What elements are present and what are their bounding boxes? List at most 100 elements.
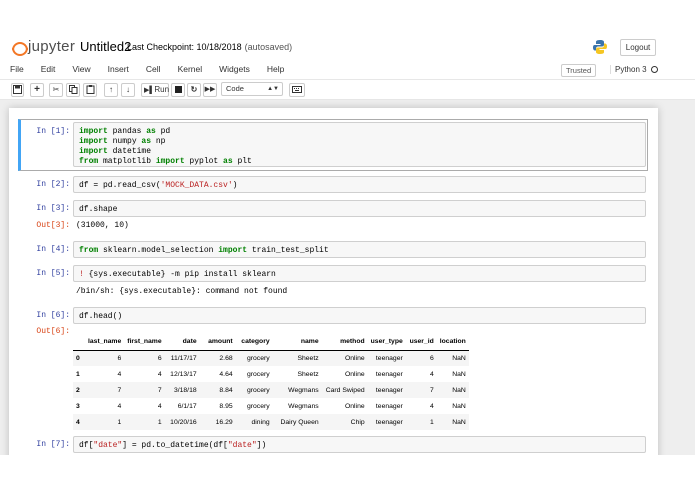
move-up-button[interactable]: ↑ bbox=[104, 83, 118, 97]
column-header: first_name bbox=[124, 334, 165, 351]
table-cell: teenager bbox=[375, 418, 403, 426]
cut-button[interactable]: ✂ bbox=[49, 83, 63, 97]
fast-forward-icon: ▶▶ bbox=[204, 86, 216, 93]
table-cell: 8.95 bbox=[219, 402, 233, 410]
code-token: import bbox=[79, 137, 108, 146]
stop-icon bbox=[174, 86, 182, 93]
checkpoint-text: Last Checkpoint: 10/18/2018 bbox=[127, 42, 242, 52]
menu-help[interactable]: Help bbox=[267, 64, 284, 74]
trusted-indicator[interactable]: Trusted bbox=[561, 64, 597, 77]
insert-cell-button[interactable]: + bbox=[30, 83, 44, 97]
code-token: df[ bbox=[79, 441, 94, 450]
logo-text: jupyter bbox=[28, 38, 76, 55]
row-index: 4 bbox=[76, 418, 80, 426]
row-index: 1 bbox=[76, 370, 80, 378]
table-cell: 4 bbox=[117, 370, 122, 378]
table-cell: Sheetz bbox=[297, 370, 319, 378]
code-token: from bbox=[79, 157, 99, 166]
keyboard-icon bbox=[292, 86, 302, 93]
cell-6-out-prompt: Out[6]: bbox=[36, 327, 70, 336]
code-token: numpy bbox=[107, 137, 142, 146]
code-token: matplotlib bbox=[98, 157, 156, 166]
table-cell: teenager bbox=[375, 354, 403, 362]
cell-7-prompt: In [7]: bbox=[36, 440, 70, 449]
cell-3-input[interactable]: df.shape bbox=[73, 200, 646, 217]
arrow-up-icon: ↑ bbox=[109, 85, 113, 94]
code-token: datetime bbox=[107, 147, 152, 156]
menu-cell[interactable]: Cell bbox=[146, 64, 161, 74]
menu-view[interactable]: View bbox=[72, 64, 90, 74]
cell-1-input[interactable]: import pandas as pd import numpy as np i… bbox=[73, 122, 646, 167]
jupyter-logo[interactable]: jupyter bbox=[12, 38, 76, 56]
table-cell: 1 bbox=[157, 418, 162, 426]
menu-file[interactable]: File bbox=[10, 64, 24, 74]
cell-7-input[interactable]: df["date"] = pd.to_datetime(df["date"]) bbox=[73, 436, 646, 453]
table-cell: NaN bbox=[452, 418, 466, 426]
paste-button[interactable] bbox=[83, 83, 97, 97]
cell-4-input[interactable]: from sklearn.model_selection import trai… bbox=[73, 241, 646, 258]
save-button[interactable] bbox=[11, 83, 24, 97]
interrupt-button[interactable] bbox=[171, 83, 185, 97]
table-cell: 7 bbox=[117, 386, 122, 394]
code-token: df = pd.read_csv( bbox=[79, 181, 161, 190]
table-cell: 8.84 bbox=[219, 386, 233, 394]
column-header: date bbox=[164, 334, 200, 351]
table-cell: NaN bbox=[452, 402, 466, 410]
copy-icon bbox=[68, 85, 77, 94]
menu-insert[interactable]: Insert bbox=[108, 64, 129, 74]
row-index: 3 bbox=[76, 402, 80, 410]
table-cell: 7 bbox=[429, 386, 434, 394]
table-cell: grocery bbox=[246, 386, 270, 394]
table-cell: teenager bbox=[375, 402, 403, 410]
table-cell: 6 bbox=[429, 354, 434, 362]
table-cell: 6/1/17 bbox=[177, 402, 197, 410]
move-down-button[interactable]: ↓ bbox=[121, 83, 135, 97]
column-header: last_name bbox=[85, 334, 125, 351]
checkpoint-status: Last Checkpoint: 10/18/2018 (autosaved) bbox=[127, 42, 292, 52]
cell-6-input[interactable]: df.head() bbox=[73, 307, 646, 324]
code-token: ) bbox=[232, 181, 238, 190]
table-header-row: last_name first_name date amount categor… bbox=[73, 334, 469, 351]
code-token: np bbox=[151, 137, 166, 146]
table-cell: Dairy Queen bbox=[280, 418, 319, 426]
plus-icon: + bbox=[34, 84, 40, 95]
logout-button[interactable]: Logout bbox=[620, 39, 656, 56]
menu-kernel[interactable]: Kernel bbox=[178, 64, 203, 74]
arrow-down-icon: ↓ bbox=[126, 85, 130, 94]
code-token: import bbox=[79, 127, 108, 136]
column-header: user_type bbox=[367, 334, 406, 351]
column-header: name bbox=[272, 334, 322, 351]
copy-button[interactable] bbox=[66, 83, 80, 97]
column-header: amount bbox=[199, 334, 236, 351]
table-cell: grocery bbox=[246, 370, 270, 378]
notebook-name[interactable]: Untitled2 bbox=[80, 39, 131, 54]
code-token: import bbox=[79, 147, 108, 156]
table-cell: 1 bbox=[429, 418, 434, 426]
column-header: method bbox=[321, 334, 368, 351]
table-cell: teenager bbox=[375, 386, 403, 394]
table-cell: Chip bbox=[350, 418, 365, 426]
jupyter-logo-icon bbox=[12, 39, 28, 56]
cell-5-input[interactable]: ! {sys.executable} -m pip install sklear… bbox=[73, 265, 646, 282]
table-cell: Online bbox=[344, 370, 365, 378]
page-bottom-blank bbox=[0, 455, 695, 494]
table-cell: NaN bbox=[452, 370, 466, 378]
code-token: pd bbox=[155, 127, 171, 136]
command-palette-button[interactable] bbox=[289, 83, 305, 97]
menu-edit[interactable]: Edit bbox=[41, 64, 56, 74]
restart-icon: ↻ bbox=[190, 85, 198, 94]
restart-button[interactable]: ↻ bbox=[187, 83, 201, 97]
menu-widgets[interactable]: Widgets bbox=[219, 64, 250, 74]
run-button[interactable]: ▶▌Run bbox=[141, 83, 169, 97]
code-token: pandas bbox=[107, 127, 147, 136]
restart-run-all-button[interactable]: ▶▶ bbox=[203, 83, 217, 97]
table-cell: Online bbox=[344, 402, 365, 410]
code-token: "date" bbox=[93, 441, 123, 450]
table-row: 2 7 7 3/18/18 8.84 grocery Wegmans Card … bbox=[73, 382, 469, 398]
code-token: df.shape bbox=[79, 205, 118, 214]
code-token: df.head() bbox=[79, 312, 123, 321]
cell-type-select[interactable]: Code ▲▼ bbox=[221, 82, 283, 96]
kernel-indicator[interactable]: Python 3 bbox=[610, 65, 658, 74]
code-token: import bbox=[218, 246, 248, 255]
cell-2-input[interactable]: df = pd.read_csv('MOCK_DATA.csv') bbox=[73, 176, 646, 193]
